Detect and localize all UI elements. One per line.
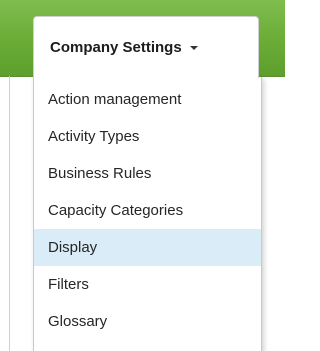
menu-item-action-management[interactable]: Action management — [34, 81, 261, 118]
menu-item-glossary[interactable]: Glossary — [34, 303, 261, 340]
dropdown-menu-list: Action management Activity Types Busines… — [34, 77, 261, 340]
menu-item-business-rules[interactable]: Business Rules — [34, 155, 261, 192]
menu-item-capacity-categories[interactable]: Capacity Categories — [34, 192, 261, 229]
menu-item-filters[interactable]: Filters — [34, 266, 261, 303]
content-border — [9, 76, 10, 351]
page: Company Settings Action management Activ… — [0, 0, 285, 351]
menu-item-activity-types[interactable]: Activity Types — [34, 118, 261, 155]
menu-item-display[interactable]: Display — [34, 229, 261, 266]
company-settings-dropdown: Action management Activity Types Busines… — [33, 77, 262, 351]
company-settings-label: Company Settings — [50, 39, 182, 56]
chevron-down-icon — [189, 45, 198, 50]
company-settings-menu-button[interactable]: Company Settings — [33, 16, 259, 78]
